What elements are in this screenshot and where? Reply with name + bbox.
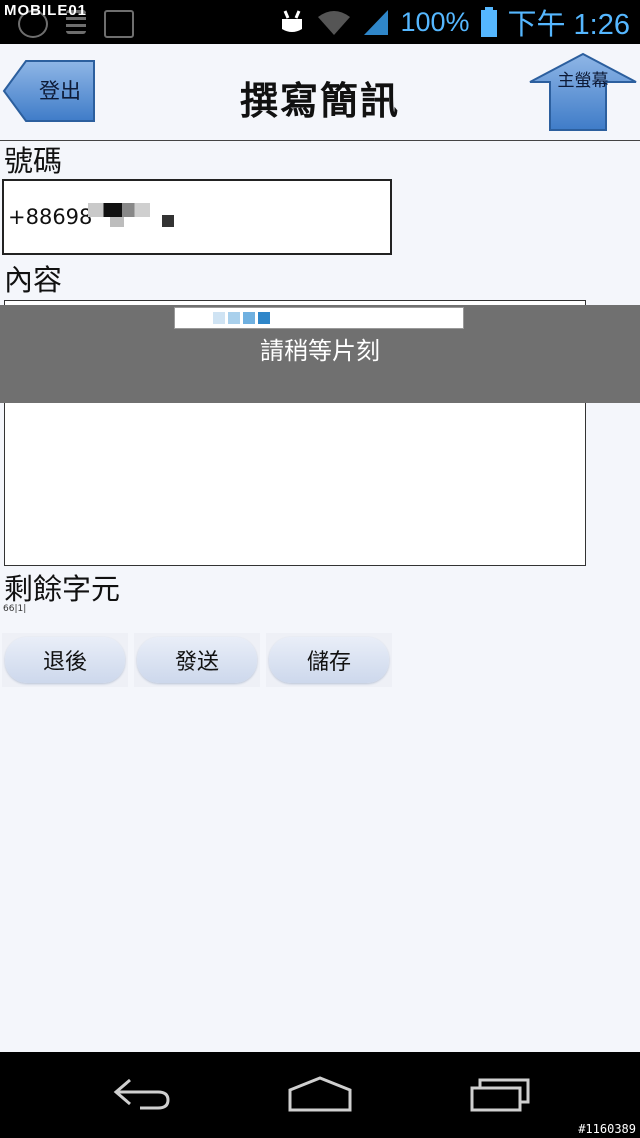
status-right: 100% 下午 1:26 bbox=[278, 4, 631, 41]
redaction-mark bbox=[110, 217, 124, 227]
back-button-cell: 退後 bbox=[2, 633, 128, 687]
redaction-mark bbox=[162, 215, 174, 227]
back-button[interactable]: 退後 bbox=[5, 637, 125, 683]
android-icon bbox=[282, 10, 303, 32]
save-button-cell: 儲存 bbox=[266, 633, 392, 687]
watermark: MOBILE01 bbox=[4, 2, 88, 19]
remaining-chars-count: 66|1| bbox=[3, 604, 27, 614]
phone-number-input[interactable]: +88698 bbox=[2, 179, 392, 255]
wifi-icon bbox=[318, 11, 351, 35]
image-id-label: #1160389 bbox=[578, 1122, 636, 1136]
up-arrow-shape bbox=[529, 52, 637, 131]
save-button[interactable]: 儲存 bbox=[269, 637, 389, 683]
signal-icon bbox=[364, 10, 389, 35]
home-label: 主螢幕 bbox=[557, 71, 609, 91]
progress-block bbox=[258, 312, 270, 324]
phone-number-value: +88698 bbox=[8, 205, 93, 229]
recent-apps-icon[interactable] bbox=[468, 1074, 532, 1114]
status-bar: MOBILE01 100% 下午 1:26 bbox=[0, 0, 640, 44]
send-button[interactable]: 發送 bbox=[137, 637, 257, 683]
progress-blocks bbox=[213, 312, 270, 324]
photo-icon bbox=[104, 10, 134, 38]
number-label: 號碼 bbox=[4, 144, 63, 178]
progress-block bbox=[228, 312, 240, 324]
progress-block bbox=[243, 312, 255, 324]
action-buttons: 退後 發送 儲存 bbox=[2, 633, 392, 687]
loading-overlay: 請稍等片刻 bbox=[0, 305, 640, 403]
remaining-chars-label: 剩餘字元 bbox=[4, 572, 121, 606]
battery-percent: 100% bbox=[400, 6, 470, 37]
back-icon[interactable] bbox=[110, 1074, 174, 1114]
redaction-mark bbox=[88, 203, 150, 217]
home-icon[interactable] bbox=[286, 1074, 354, 1114]
progress-bar bbox=[174, 307, 464, 329]
send-button-cell: 發送 bbox=[134, 633, 260, 687]
navigation-bar: #1160389 bbox=[0, 1052, 640, 1138]
loading-message: 請稍等片刻 bbox=[260, 337, 380, 365]
content-label: 內容 bbox=[4, 263, 63, 297]
clock: 下午 1:26 bbox=[507, 9, 631, 41]
home-button[interactable]: 主螢幕 bbox=[528, 52, 638, 132]
battery-icon bbox=[480, 7, 497, 37]
progress-block bbox=[213, 312, 225, 324]
app-header: 登出 撰寫簡訊 主螢幕 bbox=[0, 44, 640, 141]
